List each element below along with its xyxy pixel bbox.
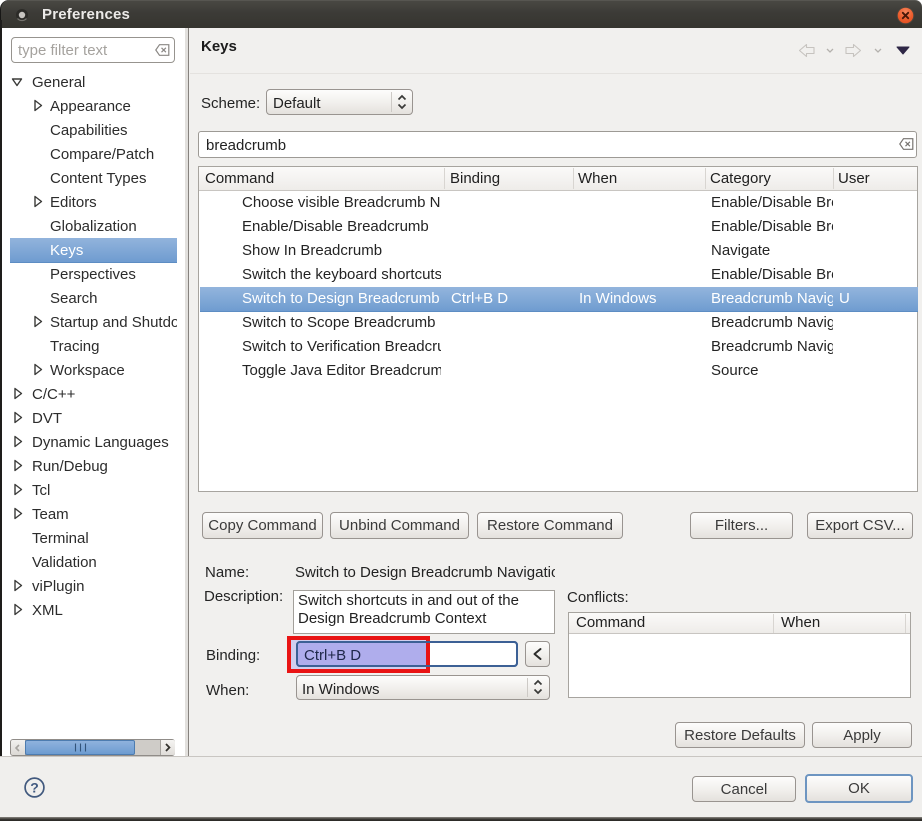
svg-text:?: ? xyxy=(30,780,39,796)
